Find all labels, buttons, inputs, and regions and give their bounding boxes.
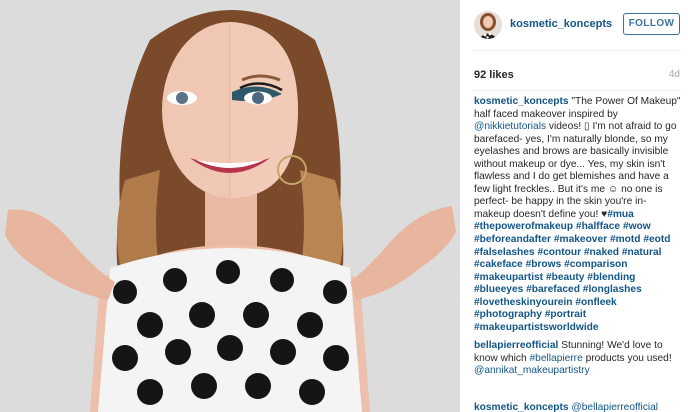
post-header: kosmetic_koncepts FOLLOW xyxy=(460,0,688,50)
header-divider xyxy=(474,50,682,51)
caption-text-2: videos! xyxy=(546,121,585,133)
hashtag-link[interactable]: #makeupartist xyxy=(474,272,543,283)
hashtag-link[interactable]: #brows xyxy=(526,259,562,270)
hashtag-link[interactable]: #lovetheskinyourein xyxy=(474,297,573,308)
hashtag-link[interactable]: #natural xyxy=(622,247,662,258)
comment-text-2: products you used! xyxy=(582,352,672,364)
hashtag-link[interactable]: #makeupartistsworldwide xyxy=(474,322,599,333)
caption-author-link[interactable]: kosmetic_koncepts xyxy=(474,96,569,107)
mention-link[interactable]: @nikkietutorials xyxy=(474,121,546,132)
comment-hashtag-link[interactable]: #bellapierre xyxy=(530,353,583,364)
hashtag-link[interactable]: #blending xyxy=(587,272,635,283)
avatar[interactable] xyxy=(474,11,502,39)
hashtag-link[interactable]: #thepowerofmakeup xyxy=(474,221,573,232)
hashtag-link[interactable]: #wow xyxy=(623,221,651,232)
hashtag-link[interactable]: #mua xyxy=(607,209,634,220)
post-photo[interactable] xyxy=(0,0,460,412)
hashtag-link[interactable]: #longlashes xyxy=(583,284,642,295)
hashtag-link[interactable]: #halfface xyxy=(576,221,620,232)
hashtag-link[interactable]: #falselashes xyxy=(474,247,535,258)
hashtag-link[interactable]: #beauty xyxy=(546,272,585,283)
hashtag-link[interactable]: #photography xyxy=(474,309,542,320)
avatar-image xyxy=(474,11,502,39)
comment-mention-link[interactable]: @annikat_makeupartistry xyxy=(474,365,590,376)
hashtag-link[interactable]: #blueeyes xyxy=(474,284,523,295)
photo-illustration xyxy=(0,0,460,412)
post-username[interactable]: kosmetic_koncepts xyxy=(510,18,612,30)
hashtag-link[interactable]: #beforeandafter xyxy=(474,234,551,245)
hashtag-link[interactable]: #makeover xyxy=(554,234,607,245)
comment-bellapierre: bellapierreofficial Stunning! We'd love … xyxy=(474,340,683,378)
hashtag-link[interactable]: #naked xyxy=(584,247,619,258)
caption-comment: kosmetic_koncepts "The Power Of Makeup" … xyxy=(474,96,683,334)
hashtag-link[interactable]: #portrait xyxy=(545,309,586,320)
hashtag-link[interactable]: #motd xyxy=(610,234,641,245)
hashtag-link[interactable]: #comparison xyxy=(564,259,627,270)
follow-button[interactable]: FOLLOW xyxy=(623,13,680,35)
smiley-glyph: ☺ xyxy=(607,183,619,195)
likes-divider xyxy=(474,90,682,91)
hashtag-link[interactable]: #barefaced xyxy=(526,284,580,295)
likes-count[interactable]: 92 likes xyxy=(474,69,514,81)
reply-author-link[interactable]: kosmetic_koncepts xyxy=(474,402,569,412)
hashtag-link[interactable]: #eotd xyxy=(643,234,670,245)
post-side-panel: kosmetic_koncepts FOLLOW 92 likes 4d kos… xyxy=(460,0,688,412)
hashtag-list: #mua #thepowerofmakeup #halfface #wow #b… xyxy=(474,209,671,333)
reply-mention-link[interactable]: @bellapierreofficial xyxy=(571,402,658,412)
comment-author-link[interactable]: bellapierreofficial xyxy=(474,340,558,351)
comments-list: kosmetic_koncepts "The Power Of Makeup" … xyxy=(474,96,683,384)
hashtag-link[interactable]: #cakeface xyxy=(474,259,523,270)
hashtag-link[interactable]: #contour xyxy=(537,247,581,258)
post-age[interactable]: 4d xyxy=(669,69,680,80)
comment-reply-partial: kosmetic_koncepts @bellapierreofficial xyxy=(474,402,658,412)
hashtag-link[interactable]: #onfleek xyxy=(575,297,616,308)
